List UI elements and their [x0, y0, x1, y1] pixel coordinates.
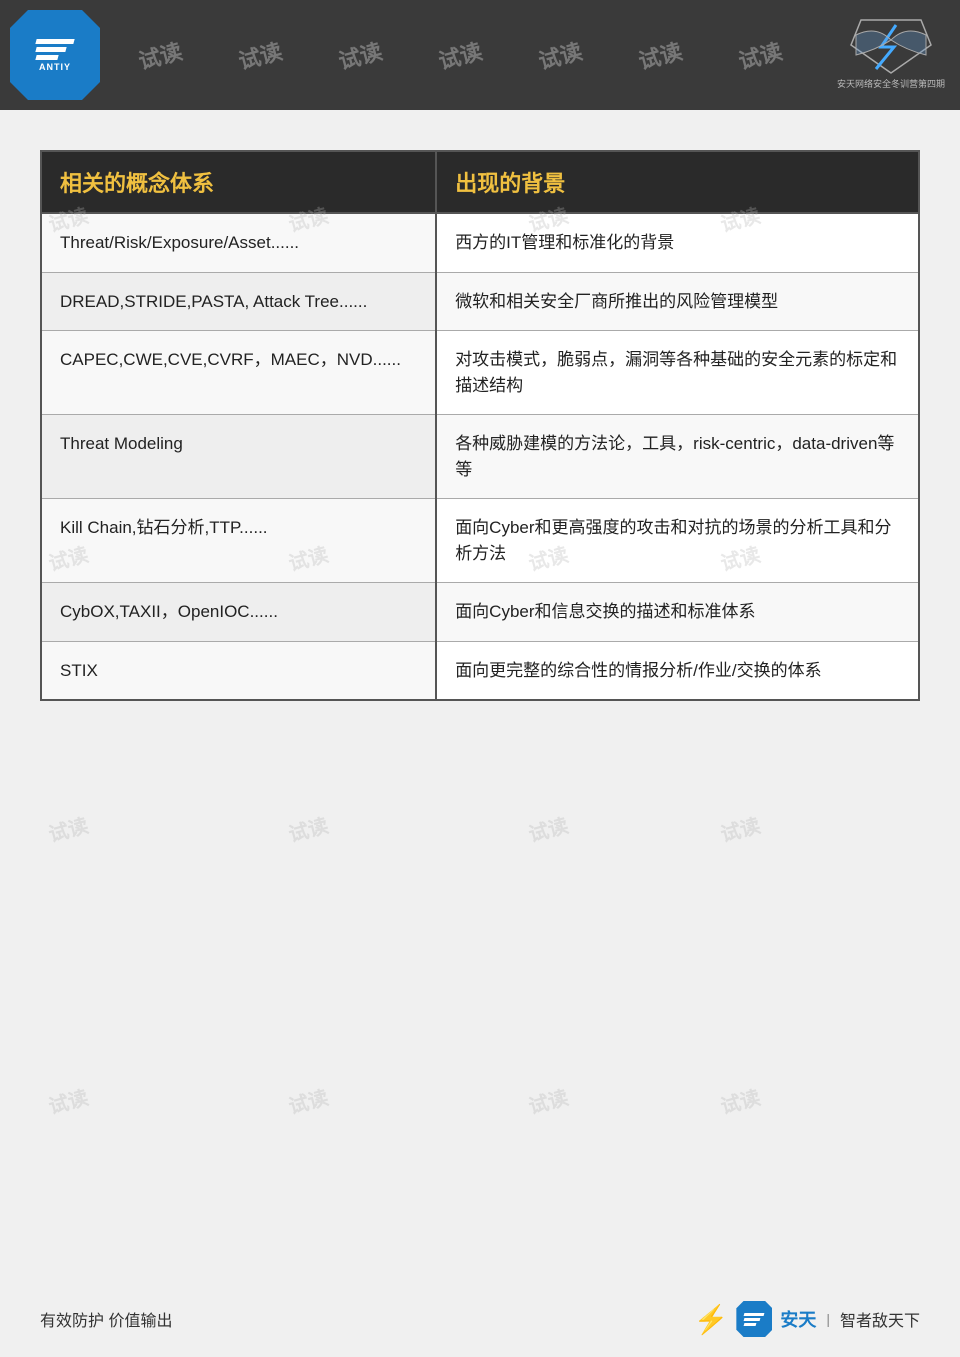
- page-watermark-14: 试读: [525, 1081, 571, 1119]
- cell-left-4: Kill Chain,钻石分析,TTP......: [42, 499, 436, 583]
- cell-left-6: STIX: [42, 641, 436, 699]
- table-row: STIX面向更完整的综合性的情报分析/作业/交换的体系: [42, 641, 918, 699]
- table-row: CybOX,TAXII，OpenIOC......面向Cyber和信息交换的描述…: [42, 583, 918, 642]
- table-row: Threat Modeling各种威胁建模的方法论，工具，risk-centri…: [42, 415, 918, 499]
- header-wm-2: 试读: [235, 34, 286, 76]
- header-watermarks: 试读 试读 试读 试读 试读 试读 试读: [0, 0, 960, 110]
- header-wm-4: 试读: [435, 34, 486, 76]
- cell-left-3: Threat Modeling: [42, 415, 436, 499]
- page-watermark-15: 试读: [717, 1081, 763, 1119]
- header: ANTIY 试读 试读 试读 试读 试读 试读 试读 安天网络安全冬训营第四期: [0, 0, 960, 110]
- page-watermark-12: 试读: [45, 1081, 91, 1119]
- header-right-caption: 安天网络安全冬训营第四期: [837, 77, 945, 90]
- cell-left-0: Threat/Risk/Exposure/Asset......: [42, 213, 436, 272]
- page-watermark-13: 试读: [285, 1081, 331, 1119]
- page-watermark-9: 试读: [285, 810, 331, 848]
- concept-table: 相关的概念体系 出现的背景 Threat/Risk/Exposure/Asset…: [42, 152, 918, 699]
- table-wrapper: 相关的概念体系 出现的背景 Threat/Risk/Exposure/Asset…: [40, 150, 920, 701]
- table-row: Kill Chain,钻石分析,TTP......面向Cyber和更高强度的攻击…: [42, 499, 918, 583]
- header-wm-7: 试读: [735, 34, 786, 76]
- logo: ANTIY: [10, 10, 100, 100]
- cell-left-1: DREAD,STRIDE,PASTA, Attack Tree......: [42, 272, 436, 331]
- header-wm-1: 试读: [135, 34, 186, 76]
- cell-right-1: 微软和相关安全厂商所推出的风险管理模型: [436, 272, 918, 331]
- footer: 有效防护 价值输出 ⚡ 安天 | 智者敌天下: [40, 1301, 920, 1337]
- footer-left-text: 有效防护 价值输出: [40, 1307, 172, 1331]
- header-wm-3: 试读: [335, 34, 386, 76]
- cell-left-2: CAPEC,CWE,CVE,CVRF，MAEC，NVD......: [42, 331, 436, 415]
- header-wm-6: 试读: [635, 34, 686, 76]
- table-header-right: 出现的背景: [436, 152, 918, 213]
- main-content: 相关的概念体系 出现的背景 Threat/Risk/Exposure/Asset…: [40, 150, 920, 701]
- page-watermark-8: 试读: [45, 810, 91, 848]
- cell-right-5: 面向Cyber和信息交换的描述和标准体系: [436, 583, 918, 642]
- cell-left-5: CybOX,TAXII，OpenIOC......: [42, 583, 436, 642]
- lightning-icon: ⚡: [693, 1303, 728, 1336]
- table-row: CAPEC,CWE,CVE,CVRF，MAEC，NVD......对攻击模式，脆…: [42, 331, 918, 415]
- footer-brand-main: 安天: [780, 1306, 816, 1332]
- table-header-left: 相关的概念体系: [42, 152, 436, 213]
- cell-right-4: 面向Cyber和更高强度的攻击和对抗的场景的分析工具和分析方法: [436, 499, 918, 583]
- header-wm-5: 试读: [535, 34, 586, 76]
- header-right-logo: 安天网络安全冬训营第四期: [837, 15, 945, 90]
- table-row: Threat/Risk/Exposure/Asset......西方的IT管理和…: [42, 213, 918, 272]
- cell-right-3: 各种威胁建模的方法论，工具，risk-centric，data-driven等等: [436, 415, 918, 499]
- footer-logo: [736, 1301, 772, 1337]
- table-row: DREAD,STRIDE,PASTA, Attack Tree......微软和…: [42, 272, 918, 331]
- page-watermark-10: 试读: [525, 810, 571, 848]
- logo-text: ANTIY: [39, 62, 71, 72]
- footer-brand-sub: 智者敌天下: [840, 1307, 920, 1331]
- cell-right-6: 面向更完整的综合性的情报分析/作业/交换的体系: [436, 641, 918, 699]
- cell-right-0: 西方的IT管理和标准化的背景: [436, 213, 918, 272]
- cell-right-2: 对攻击模式，脆弱点，漏洞等各种基础的安全元素的标定和描述结构: [436, 331, 918, 415]
- page-watermark-11: 试读: [717, 810, 763, 848]
- footer-right: ⚡ 安天 | 智者敌天下: [693, 1301, 920, 1337]
- header-right-logo-icon: [846, 15, 936, 75]
